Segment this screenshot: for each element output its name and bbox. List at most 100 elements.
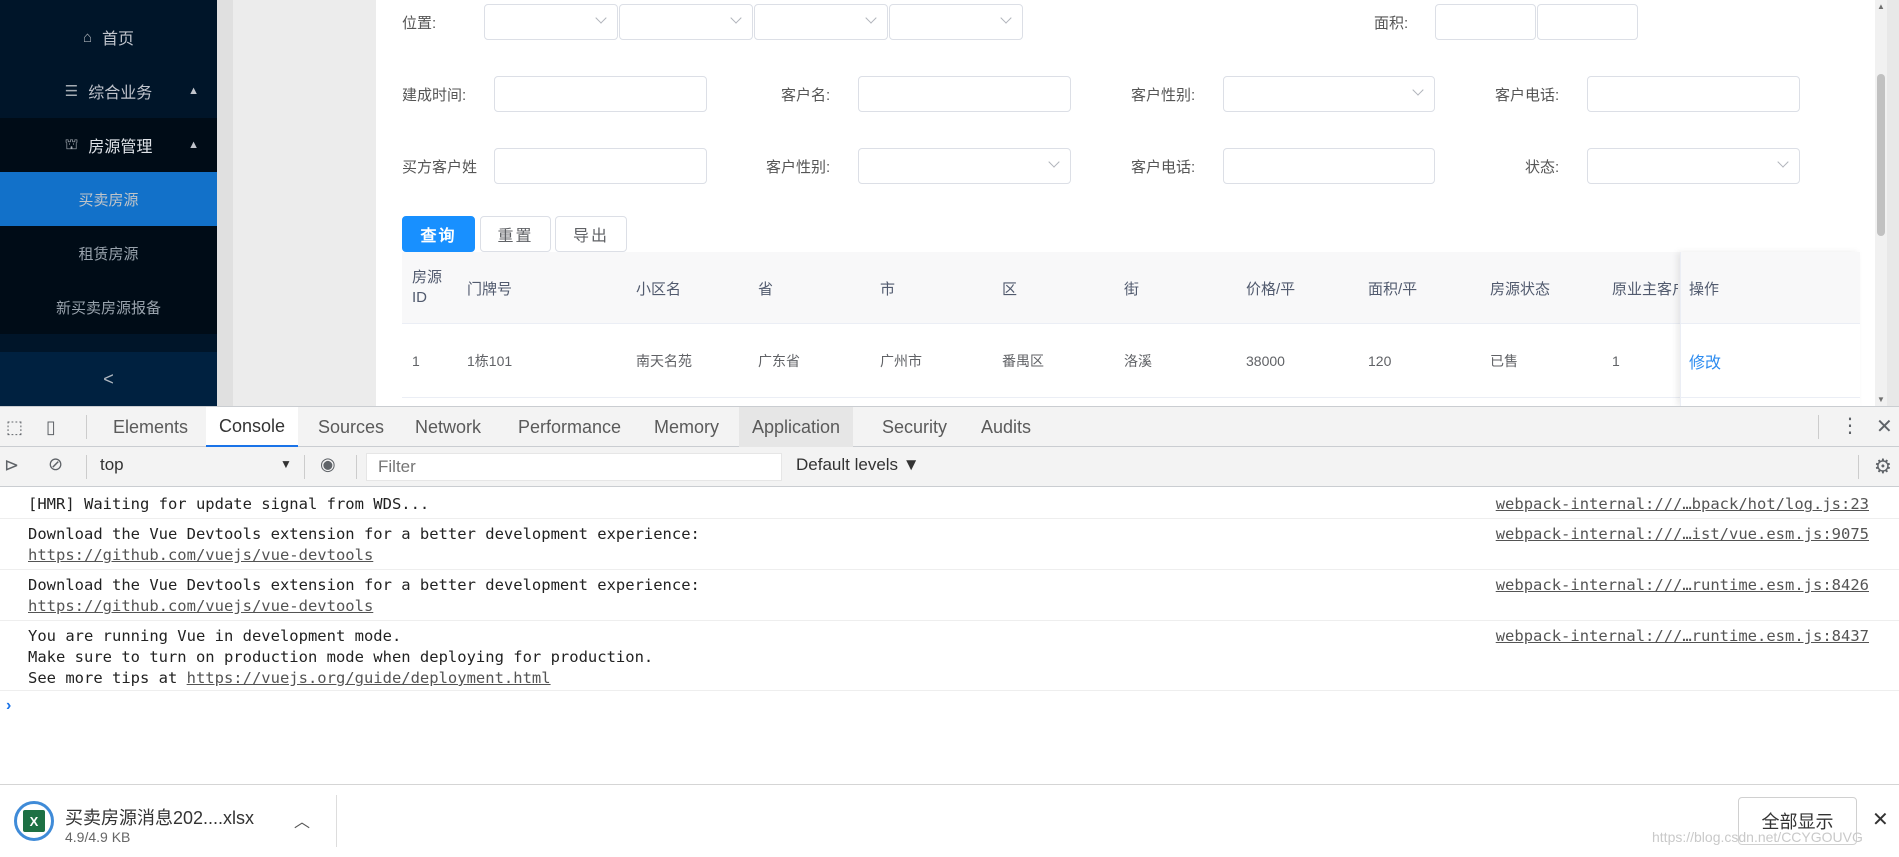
- tab-console[interactable]: Console: [206, 407, 299, 447]
- context-selector[interactable]: top: [100, 455, 124, 475]
- download-file-name[interactable]: 买卖房源消息202....xlsx: [65, 804, 254, 830]
- chevron-down-icon: [730, 12, 742, 24]
- gear-icon[interactable]: ⚙: [1874, 454, 1892, 479]
- collapse-sidebar-button[interactable]: <: [0, 352, 217, 406]
- log-source-link[interactable]: webpack-internal:///…ist/vue.esm.js:9075: [1496, 524, 1869, 545]
- excel-file-icon[interactable]: X: [14, 801, 54, 841]
- chevron-left-icon: <: [103, 368, 114, 389]
- col-header-id: 房源 ID: [412, 252, 442, 324]
- chevron-down-icon: [1000, 12, 1012, 24]
- cell-door-number: 1栋101: [467, 352, 513, 369]
- log-line: See more tips at: [28, 669, 187, 687]
- tab-elements[interactable]: Elements: [100, 407, 201, 447]
- show-sidebar-icon[interactable]: ⊳: [4, 455, 19, 476]
- submenu-new-report[interactable]: 新买卖房源报备: [0, 280, 217, 334]
- export-button[interactable]: 导出: [555, 216, 627, 252]
- submenu-rental[interactable]: 租赁房源: [0, 226, 217, 280]
- submenu-buy-sell[interactable]: 买卖房源: [0, 172, 217, 226]
- build-time-input[interactable]: [494, 76, 707, 112]
- cell-status: 已售: [1490, 352, 1518, 369]
- scrollbar-thumb[interactable]: [1877, 74, 1885, 236]
- content-background: [233, 0, 376, 406]
- cell-city: 广州市: [880, 352, 922, 369]
- cell-street: 洛溪: [1124, 352, 1152, 369]
- console-message: Download the Vue Devtools extension for …: [0, 519, 1899, 570]
- tab-network[interactable]: Network: [402, 407, 494, 447]
- tab-security[interactable]: Security: [869, 407, 960, 447]
- tab-memory[interactable]: Memory: [641, 407, 732, 447]
- tab-audits[interactable]: Audits: [968, 407, 1044, 447]
- location-district-select[interactable]: [754, 4, 888, 40]
- log-source-link[interactable]: webpack-internal:///…runtime.esm.js:8426: [1496, 575, 1869, 596]
- location-street-select[interactable]: [889, 4, 1023, 40]
- buyer-surname-input[interactable]: [494, 148, 707, 184]
- eye-icon[interactable]: ◉: [320, 454, 336, 475]
- query-button[interactable]: 查询: [402, 216, 475, 252]
- list-icon: ☰: [64, 83, 79, 100]
- location-city-select[interactable]: [619, 4, 753, 40]
- caret-down-icon[interactable]: ▼: [280, 457, 292, 471]
- tab-sources[interactable]: Sources: [305, 407, 397, 447]
- location-province-select[interactable]: [484, 4, 618, 40]
- col-header-door-number[interactable]: 门牌号: [467, 252, 512, 324]
- watermark: https://blog.csdn.net/CCYGOUVG: [1652, 829, 1863, 845]
- log-source-link[interactable]: webpack-internal:///…runtime.esm.js:8437: [1496, 626, 1869, 647]
- row-divider: [402, 397, 1860, 398]
- chevron-up-icon: ▲: [188, 85, 199, 97]
- log-text: You are running Vue in development mode.…: [28, 626, 653, 689]
- chevron-up-icon[interactable]: ︿: [294, 808, 310, 832]
- col-header-area[interactable]: 面积/平: [1368, 252, 1417, 324]
- scroll-down-icon[interactable]: ▼: [1877, 395, 1885, 404]
- separator: [356, 455, 357, 479]
- area-max-input[interactable]: [1537, 4, 1638, 40]
- menu-item-business[interactable]: ☰ 综合业务 ▲: [0, 64, 217, 118]
- customer-phone-input[interactable]: [1587, 76, 1800, 112]
- log-line: Download the Vue Devtools extension for …: [28, 576, 700, 594]
- customer-name-input[interactable]: [858, 76, 1071, 112]
- buyer-gender-select[interactable]: [858, 148, 1071, 184]
- col-header-district[interactable]: 区: [1002, 252, 1017, 324]
- col-header-price[interactable]: 价格/平: [1246, 252, 1295, 324]
- tab-application[interactable]: Application: [739, 407, 854, 447]
- clear-console-icon[interactable]: ⊘: [48, 454, 63, 475]
- device-toolbar-icon[interactable]: ▯: [46, 417, 56, 438]
- col-header-id-line1: 房源: [412, 269, 443, 286]
- col-header-city[interactable]: 市: [880, 252, 895, 324]
- col-header-province[interactable]: 省: [758, 252, 773, 324]
- col-header-community[interactable]: 小区名: [636, 252, 681, 324]
- log-url-link[interactable]: https://vuejs.org/guide/deployment.html: [187, 669, 551, 687]
- log-source-link[interactable]: webpack-internal:///…bpack/hot/log.js:23: [1496, 494, 1869, 515]
- close-devtools-icon[interactable]: ✕: [1876, 414, 1893, 439]
- edit-link[interactable]: 修改: [1689, 349, 1721, 373]
- col-header-street[interactable]: 街: [1124, 252, 1139, 324]
- col-header-original-owner[interactable]: 原业主客户: [1612, 252, 1678, 324]
- console-message: You are running Vue in development mode.…: [0, 621, 1899, 691]
- col-header-status[interactable]: 房源状态: [1490, 252, 1550, 324]
- close-download-bar-icon[interactable]: ✕: [1872, 807, 1889, 832]
- log-url-link[interactable]: https://github.com/vuejs/vue-devtools: [28, 546, 373, 564]
- customer-gender-select[interactable]: [1223, 76, 1435, 112]
- menu-item-home[interactable]: ⌂ 首页: [0, 10, 217, 64]
- buyer-phone-input[interactable]: [1223, 148, 1435, 184]
- menu-label: 首页: [102, 31, 135, 48]
- chevron-down-icon: [1777, 156, 1789, 168]
- tab-performance[interactable]: Performance: [505, 407, 634, 447]
- log-text: Download the Vue Devtools extension for …: [28, 524, 700, 566]
- col-header-action: 操作: [1689, 280, 1720, 298]
- log-url-link[interactable]: https://github.com/vuejs/vue-devtools: [28, 597, 373, 615]
- devtools-tabbar: ⬚ ▯ Elements Console Sources Network Per…: [0, 407, 1899, 447]
- area-min-input[interactable]: [1435, 4, 1536, 40]
- status-select[interactable]: [1587, 148, 1800, 184]
- separator: [86, 455, 87, 479]
- more-options-icon[interactable]: ⋮: [1840, 413, 1860, 438]
- vertical-scrollbar[interactable]: ▲ ▼: [1875, 0, 1887, 406]
- build-time-label: 建成时间:: [402, 87, 467, 104]
- status-label: 状态:: [1525, 159, 1560, 176]
- log-levels-dropdown[interactable]: Default levels ▼: [796, 455, 920, 475]
- inspect-element-icon[interactable]: ⬚: [6, 417, 23, 438]
- console-prompt-icon[interactable]: ›: [6, 697, 11, 715]
- reset-button[interactable]: 重置: [480, 216, 551, 252]
- menu-item-house-management[interactable]: ⛫ 房源管理 ▲: [0, 118, 217, 172]
- scroll-up-icon[interactable]: ▲: [1877, 2, 1885, 11]
- console-filter-input[interactable]: [366, 453, 782, 481]
